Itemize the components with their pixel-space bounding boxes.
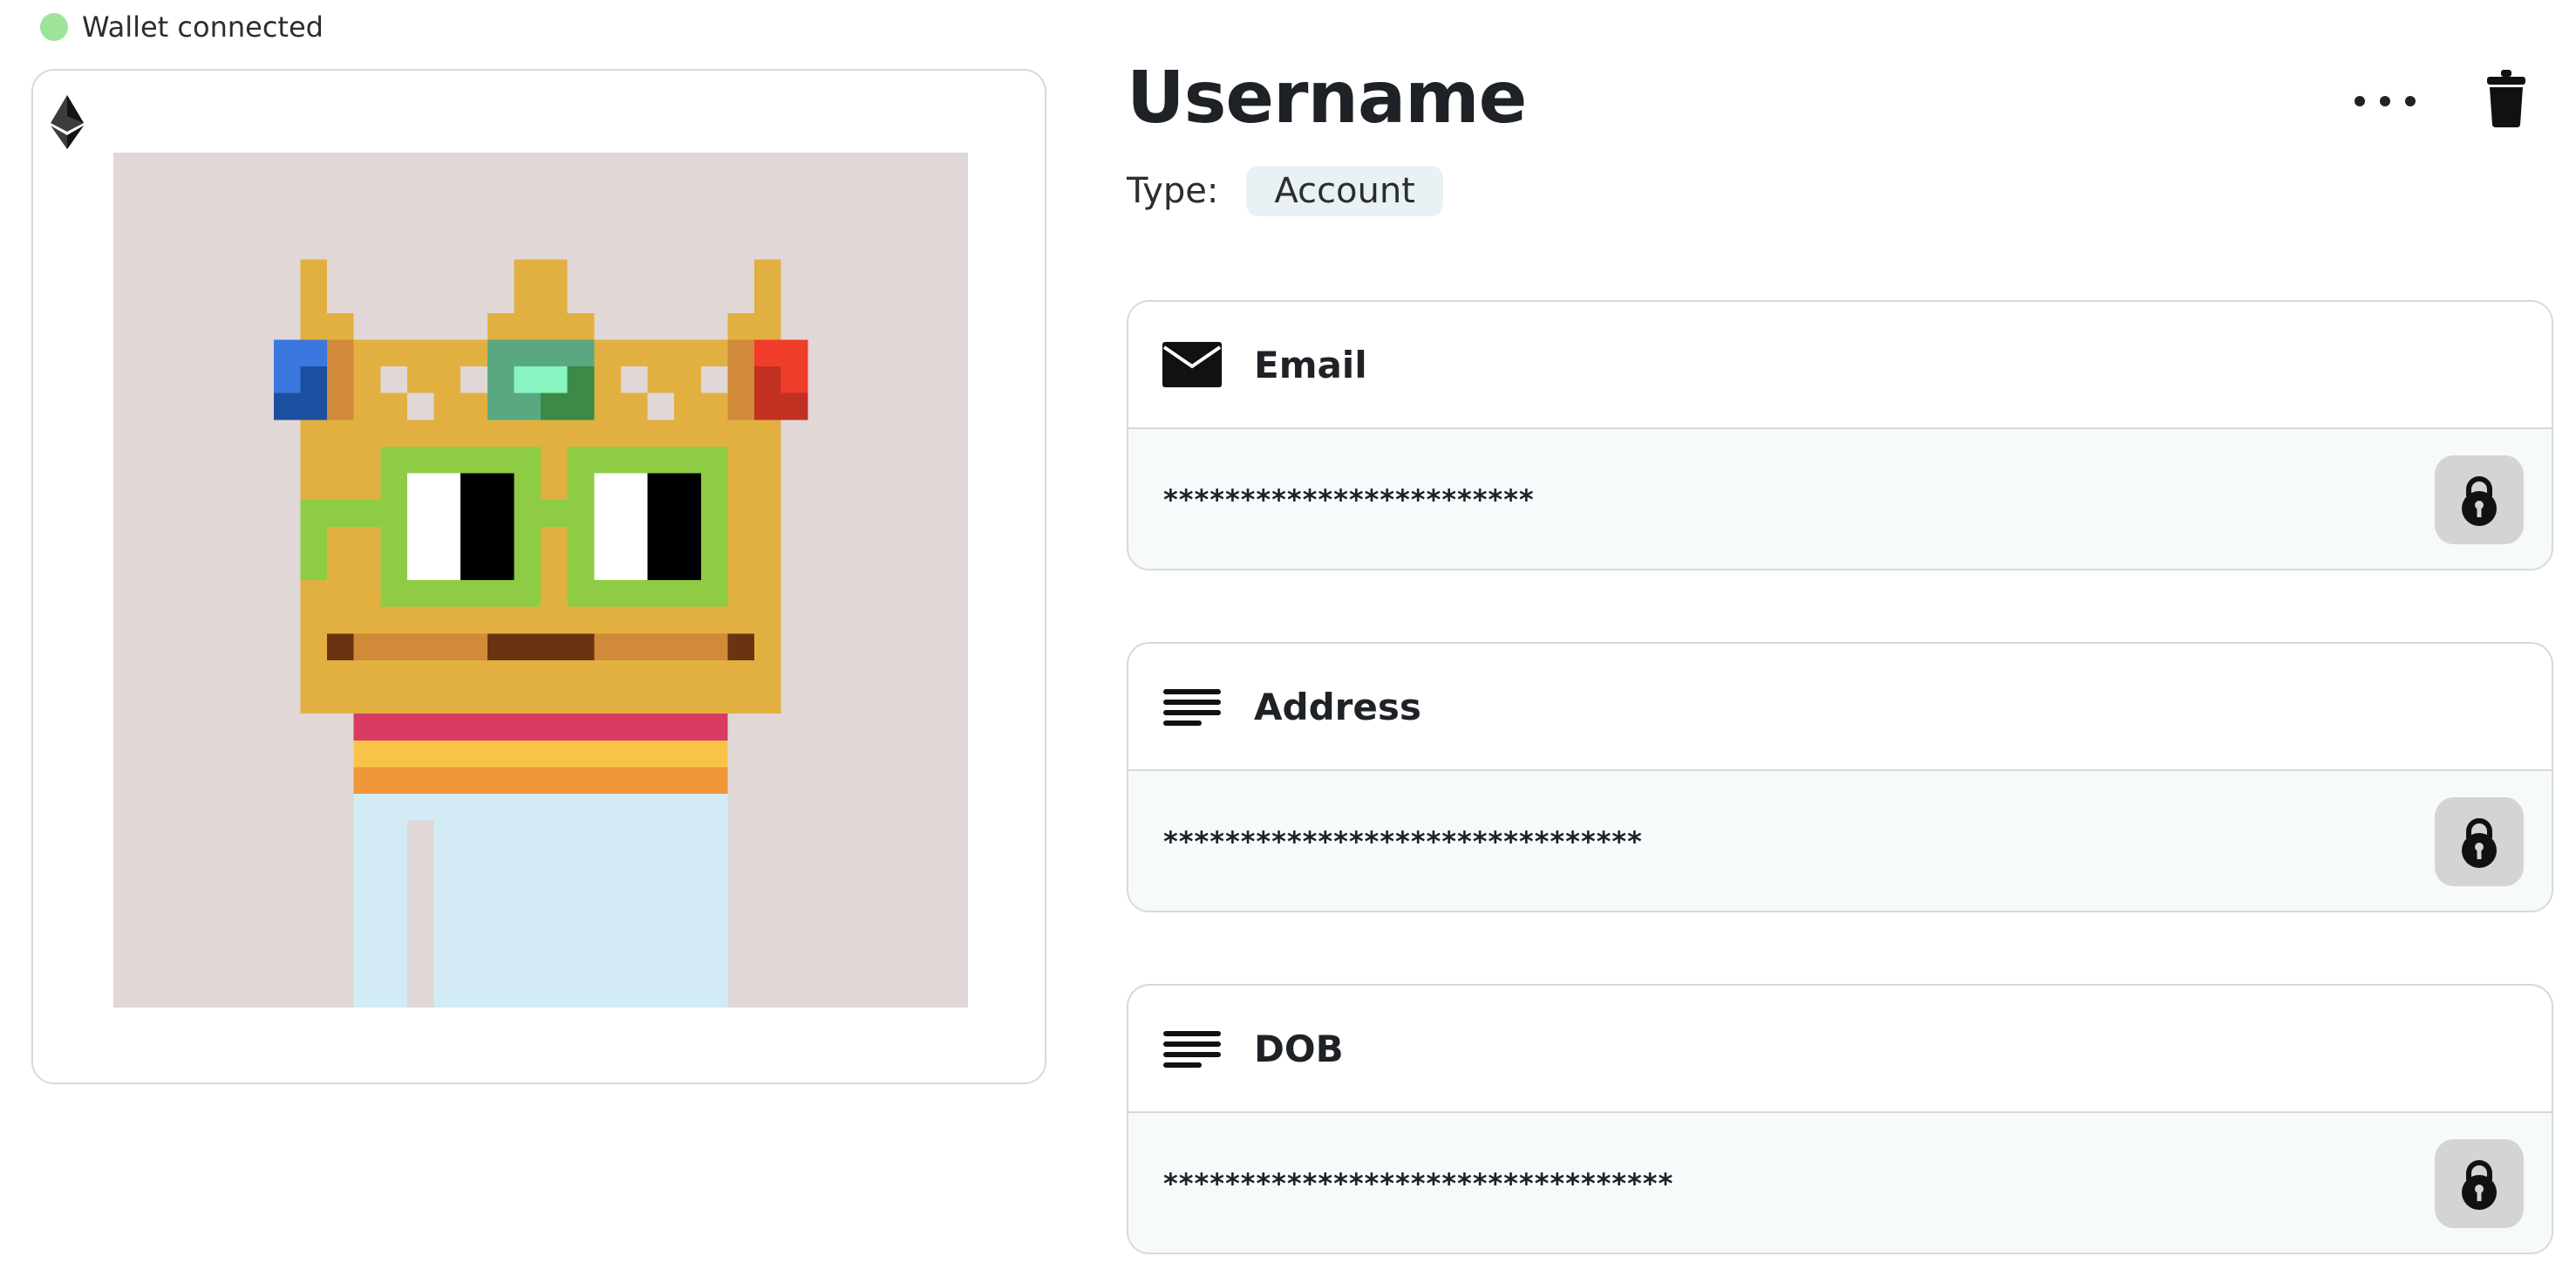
nft-card xyxy=(31,69,1046,1084)
unlock-button[interactable] xyxy=(2435,455,2524,544)
text-lines-icon xyxy=(1163,1031,1221,1068)
masked-value: ************************ xyxy=(1163,483,1535,516)
envelope-icon xyxy=(1162,342,1222,387)
nft-artwork xyxy=(113,153,968,1007)
more-options-button[interactable] xyxy=(2355,84,2416,119)
ethereum-icon xyxy=(51,95,84,149)
type-row: Type: Account xyxy=(1127,166,1443,216)
wallet-status-text: Wallet connected xyxy=(82,10,324,44)
more-dots-icon xyxy=(2355,96,2365,106)
field-title: Address xyxy=(1254,685,1421,728)
lock-icon xyxy=(2462,476,2497,526)
field-header: DOB xyxy=(1128,986,2552,1113)
field-title: DOB xyxy=(1254,1027,1344,1070)
field-body: ********************************* xyxy=(1128,1113,2552,1253)
lock-icon xyxy=(2462,818,2497,868)
unlock-button[interactable] xyxy=(2435,1139,2524,1228)
status-indicator-dot xyxy=(40,13,68,41)
page-title: Username xyxy=(1127,57,1527,140)
wallet-status: Wallet connected xyxy=(40,9,324,45)
trash-icon[interactable] xyxy=(2485,70,2527,127)
type-badge: Account xyxy=(1246,166,1443,216)
text-lines-icon xyxy=(1163,689,1221,726)
type-label: Type: xyxy=(1127,171,1219,211)
masked-value: ******************************* xyxy=(1163,825,1643,858)
field-card-dob: DOB ********************************* xyxy=(1127,984,2553,1254)
field-title: Email xyxy=(1254,343,1367,386)
field-header: Address xyxy=(1128,644,2552,771)
field-body: ************************ xyxy=(1128,429,2552,569)
field-card-address: Address ******************************* xyxy=(1127,642,2553,912)
unlock-button[interactable] xyxy=(2435,797,2524,886)
field-body: ******************************* xyxy=(1128,771,2552,911)
masked-value: ********************************* xyxy=(1163,1167,1674,1200)
field-header: Email xyxy=(1128,302,2552,429)
lock-icon xyxy=(2462,1160,2497,1210)
field-card-email: Email ************************ xyxy=(1127,300,2553,570)
